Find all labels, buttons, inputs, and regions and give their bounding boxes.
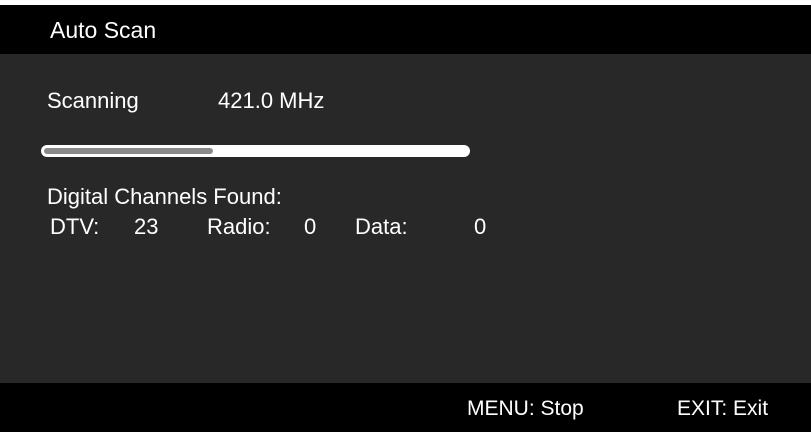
auto-scan-dialog: Auto Scan Scanning 421.0 MHz Digital Cha… <box>0 5 811 432</box>
scanning-label: Scanning <box>47 88 139 113</box>
data-count: 0 <box>474 214 487 239</box>
menu-stop-hint[interactable]: MENU: Stop <box>467 396 584 422</box>
tv-screen: Auto Scan Scanning 421.0 MHz Digital Cha… <box>0 0 811 432</box>
radio-count: 0 <box>304 214 317 239</box>
scan-body: Scanning 421.0 MHz Digital Channels Foun… <box>0 54 811 383</box>
radio-label: Radio: <box>207 214 271 239</box>
footer-bar: MENU: Stop EXIT: Exit <box>0 383 811 432</box>
exit-hint[interactable]: EXIT: Exit <box>677 396 768 422</box>
data-label: Data: <box>355 214 408 239</box>
channels-found-heading: Digital Channels Found: <box>47 184 282 209</box>
dtv-label: DTV: <box>50 214 100 239</box>
page-title: Auto Scan <box>50 17 157 43</box>
dtv-count: 23 <box>134 214 159 239</box>
scan-progress-bar <box>41 145 470 157</box>
scan-progress-fill <box>44 148 213 154</box>
title-bar: Auto Scan <box>0 5 811 54</box>
scan-frequency: 421.0 MHz <box>218 88 325 113</box>
